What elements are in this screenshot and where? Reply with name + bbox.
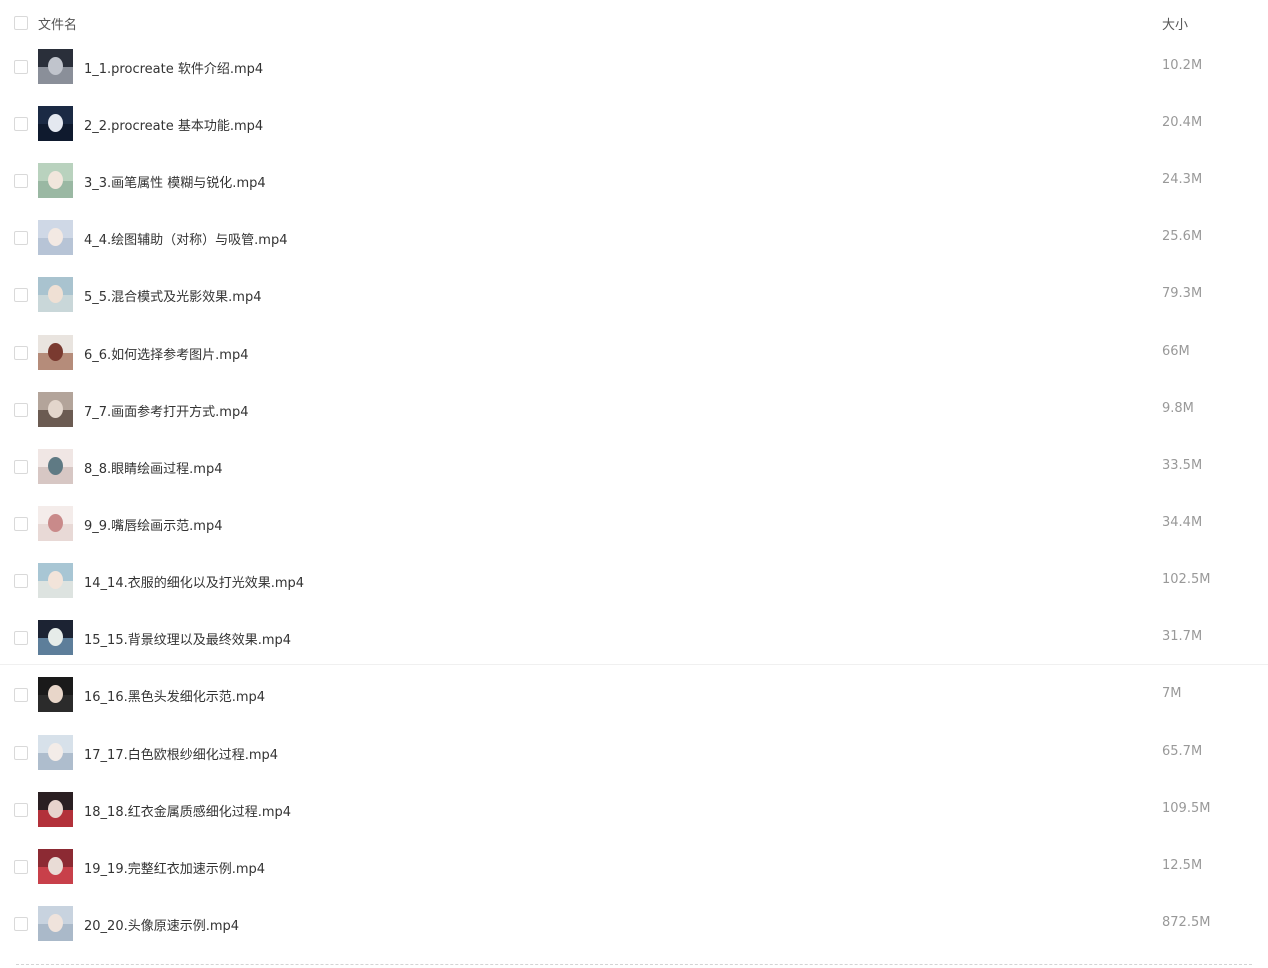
file-row[interactable]: 9_9.嘴唇绘画示范.mp4 34.4M <box>0 496 1268 553</box>
video-thumbnail[interactable] <box>38 677 73 712</box>
file-row[interactable]: 16_16.黑色头发细化示范.mp4 7M <box>0 667 1268 724</box>
file-name[interactable]: 3_3.画笔属性 模糊与锐化.mp4 <box>84 172 266 191</box>
file-size: 20.4M <box>1162 115 1203 130</box>
file-name[interactable]: 6_6.如何选择参考图片.mp4 <box>84 344 249 363</box>
video-thumbnail[interactable] <box>38 220 73 255</box>
file-size: 9.8M <box>1162 401 1194 416</box>
file-checkbox[interactable] <box>14 803 28 817</box>
file-size: 25.6M <box>1162 229 1203 244</box>
column-header-filename[interactable]: 文件名 <box>38 14 77 33</box>
video-thumbnail[interactable] <box>38 106 73 141</box>
file-checkbox[interactable] <box>14 688 28 702</box>
video-thumbnail[interactable] <box>38 906 73 941</box>
video-thumbnail[interactable] <box>38 735 73 770</box>
file-name[interactable]: 8_8.眼睛绘画过程.mp4 <box>84 458 223 477</box>
file-size: 31.7M <box>1162 629 1203 644</box>
column-header-size[interactable]: 大小 <box>1162 14 1188 33</box>
video-thumbnail[interactable] <box>38 449 73 484</box>
file-checkbox[interactable] <box>14 403 28 417</box>
video-thumbnail[interactable] <box>38 335 73 370</box>
file-row[interactable]: 18_18.红衣金属质感细化过程.mp4 109.5M <box>0 782 1268 839</box>
file-checkbox[interactable] <box>14 574 28 588</box>
file-size: 33.5M <box>1162 458 1203 473</box>
file-checkbox[interactable] <box>14 460 28 474</box>
file-name[interactable]: 2_2.procreate 基本功能.mp4 <box>84 115 263 134</box>
video-thumbnail[interactable] <box>38 620 73 655</box>
file-row[interactable]: 7_7.画面参考打开方式.mp4 9.8M <box>0 382 1268 439</box>
file-name[interactable]: 9_9.嘴唇绘画示范.mp4 <box>84 515 223 534</box>
file-list-header: 文件名 大小 <box>0 0 1268 44</box>
file-checkbox[interactable] <box>14 631 28 645</box>
file-size: 79.3M <box>1162 286 1203 301</box>
file-row[interactable]: 15_15.背景纹理以及最终效果.mp4 31.7M <box>0 610 1268 667</box>
file-size: 65.7M <box>1162 744 1203 759</box>
file-row[interactable]: 4_4.绘图辅助（对称）与吸管.mp4 25.6M <box>0 210 1268 267</box>
file-name[interactable]: 16_16.黑色头发细化示范.mp4 <box>84 686 265 705</box>
video-thumbnail[interactable] <box>38 792 73 827</box>
file-row[interactable]: 2_2.procreate 基本功能.mp4 20.4M <box>0 96 1268 153</box>
file-size: 102.5M <box>1162 572 1211 587</box>
file-name[interactable]: 7_7.画面参考打开方式.mp4 <box>84 401 249 420</box>
file-checkbox[interactable] <box>14 117 28 131</box>
file-name[interactable]: 5_5.混合模式及光影效果.mp4 <box>84 286 262 305</box>
file-name[interactable]: 18_18.红衣金属质感细化过程.mp4 <box>84 801 291 820</box>
file-checkbox[interactable] <box>14 60 28 74</box>
file-checkbox[interactable] <box>14 288 28 302</box>
file-checkbox[interactable] <box>14 746 28 760</box>
file-size: 12.5M <box>1162 858 1203 873</box>
file-checkbox[interactable] <box>14 917 28 931</box>
file-row[interactable]: 5_5.混合模式及光影效果.mp4 79.3M <box>0 267 1268 324</box>
file-name[interactable]: 14_14.衣服的细化以及打光效果.mp4 <box>84 572 304 591</box>
file-checkbox[interactable] <box>14 517 28 531</box>
file-size: 7M <box>1162 686 1182 701</box>
file-row[interactable]: 1_1.procreate 软件介绍.mp4 10.2M <box>0 39 1268 96</box>
file-name[interactable]: 1_1.procreate 软件介绍.mp4 <box>84 58 263 77</box>
file-size: 24.3M <box>1162 172 1203 187</box>
video-thumbnail[interactable] <box>38 392 73 427</box>
video-thumbnail[interactable] <box>38 563 73 598</box>
file-name[interactable]: 15_15.背景纹理以及最终效果.mp4 <box>84 629 291 648</box>
select-all-checkbox[interactable] <box>14 16 28 30</box>
file-row[interactable]: 20_20.头像原速示例.mp4 872.5M <box>0 896 1268 953</box>
file-checkbox[interactable] <box>14 346 28 360</box>
file-checkbox[interactable] <box>14 860 28 874</box>
file-name[interactable]: 4_4.绘图辅助（对称）与吸管.mp4 <box>84 229 288 248</box>
file-size: 66M <box>1162 344 1190 359</box>
file-row[interactable]: 14_14.衣服的细化以及打光效果.mp4 102.5M <box>0 553 1268 610</box>
file-size: 109.5M <box>1162 801 1211 816</box>
file-checkbox[interactable] <box>14 231 28 245</box>
file-name[interactable]: 20_20.头像原速示例.mp4 <box>84 915 239 934</box>
video-thumbnail[interactable] <box>38 277 73 312</box>
file-size: 34.4M <box>1162 515 1203 530</box>
video-thumbnail[interactable] <box>38 163 73 198</box>
file-size: 872.5M <box>1162 915 1211 930</box>
file-row[interactable]: 6_6.如何选择参考图片.mp4 66M <box>0 325 1268 382</box>
video-thumbnail[interactable] <box>38 49 73 84</box>
file-size: 10.2M <box>1162 58 1203 73</box>
file-row[interactable]: 17_17.白色欧根纱细化过程.mp4 65.7M <box>0 725 1268 782</box>
file-checkbox[interactable] <box>14 174 28 188</box>
file-row[interactable]: 19_19.完整红衣加速示例.mp4 12.5M <box>0 839 1268 896</box>
file-row[interactable]: 3_3.画笔属性 模糊与锐化.mp4 24.3M <box>0 153 1268 210</box>
file-row[interactable]: 8_8.眼睛绘画过程.mp4 33.5M <box>0 439 1268 496</box>
video-thumbnail[interactable] <box>38 506 73 541</box>
divider <box>0 664 1268 665</box>
file-name[interactable]: 19_19.完整红衣加速示例.mp4 <box>84 858 265 877</box>
list-bottom-border <box>16 964 1252 965</box>
video-thumbnail[interactable] <box>38 849 73 884</box>
file-name[interactable]: 17_17.白色欧根纱细化过程.mp4 <box>84 744 278 763</box>
